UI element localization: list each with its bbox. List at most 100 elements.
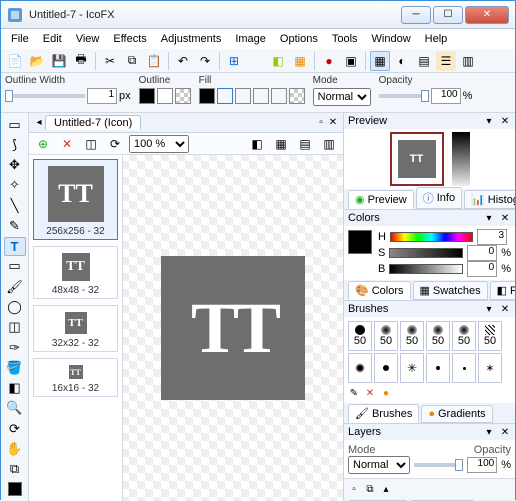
tab-float-icon[interactable]: ▫: [315, 117, 327, 129]
paste-button[interactable]: 📋: [144, 51, 164, 71]
tab-colors[interactable]: 🎨Colors: [348, 281, 411, 300]
menu-edit[interactable]: Edit: [37, 31, 68, 47]
fill-style-4[interactable]: [271, 88, 287, 104]
copy-button[interactable]: ⧉: [122, 51, 142, 71]
brush-preset[interactable]: 50: [400, 321, 424, 351]
tab-close-icon[interactable]: ✕: [327, 117, 339, 129]
brush-new-icon[interactable]: ●: [380, 387, 392, 399]
sat-slider[interactable]: [389, 248, 463, 258]
rotate-tool[interactable]: ⟳: [4, 419, 26, 438]
layer-opacity-value[interactable]: 100: [467, 457, 497, 473]
print-button[interactable]: 🖶: [71, 51, 91, 71]
brush-preset[interactable]: ∗: [478, 353, 502, 383]
fill-color[interactable]: [199, 88, 215, 104]
menu-image[interactable]: Image: [229, 31, 272, 47]
fill-tool[interactable]: 🪣: [4, 358, 26, 377]
lasso-tool[interactable]: ⟆: [4, 135, 26, 154]
gradient-tool[interactable]: ◧: [4, 378, 26, 397]
layer-dup-icon[interactable]: ⧉: [364, 483, 376, 495]
record-button[interactable]: ●: [319, 51, 339, 71]
layer-up-icon[interactable]: ▴: [380, 483, 392, 495]
bri-slider[interactable]: [389, 264, 463, 274]
brush-tool[interactable]: 🖌: [4, 277, 26, 296]
menu-file[interactable]: File: [5, 31, 35, 47]
brush-preset[interactable]: 50: [348, 321, 372, 351]
view-mode-1[interactable]: ◧: [247, 134, 267, 154]
brush-preset[interactable]: [348, 353, 372, 383]
panel-toggle-4[interactable]: ☰: [436, 51, 456, 71]
new-button[interactable]: 📄: [5, 51, 25, 71]
line-tool[interactable]: ╲: [4, 196, 26, 215]
minimize-button[interactable]: ─: [401, 6, 431, 24]
panel-toggle-3[interactable]: ▤: [414, 51, 434, 71]
ellipse-tool[interactable]: ◯: [4, 297, 26, 316]
colors-close-icon[interactable]: ✕: [499, 212, 511, 224]
zoom-select[interactable]: 100 %: [129, 135, 189, 153]
panel-toggle-1[interactable]: ▦: [370, 51, 390, 71]
view-mode-3[interactable]: ▤: [295, 134, 315, 154]
outline-width-value[interactable]: 1: [87, 88, 117, 104]
save-button[interactable]: 💾: [49, 51, 69, 71]
fill-style-1[interactable]: [217, 88, 233, 104]
view-mode-2[interactable]: ▦: [271, 134, 291, 154]
size-options-button[interactable]: ◫: [81, 134, 101, 154]
android-icon[interactable]: ◧: [268, 51, 288, 71]
pencil-tool[interactable]: ✎: [4, 216, 26, 235]
tab-brushes[interactable]: 🖌Brushes: [348, 404, 419, 423]
bri-value[interactable]: 0: [467, 261, 497, 277]
layers-close-icon[interactable]: ✕: [499, 426, 511, 438]
opacity-slider[interactable]: [379, 94, 429, 98]
move-tool[interactable]: ✥: [4, 156, 26, 175]
hue-value[interactable]: 3: [477, 229, 507, 245]
brush-delete-icon[interactable]: ✕: [364, 387, 376, 399]
apple-icon[interactable]: [246, 51, 266, 71]
size-item[interactable]: TT256x256 - 32: [33, 159, 118, 240]
refresh-button[interactable]: ⟳: [105, 134, 125, 154]
cut-button[interactable]: ✂: [100, 51, 120, 71]
zoom-tool[interactable]: 🔍: [4, 399, 26, 418]
menu-help[interactable]: Help: [419, 31, 454, 47]
tab-preview[interactable]: ◉Preview: [348, 190, 414, 209]
brush-preset[interactable]: [426, 353, 450, 383]
fill-transparent[interactable]: [289, 88, 305, 104]
tab-palette[interactable]: ◧Palette: [490, 281, 515, 300]
menu-window[interactable]: Window: [366, 31, 417, 47]
outline-color[interactable]: [139, 88, 155, 104]
sat-value[interactable]: 0: [467, 245, 497, 261]
tab-info[interactable]: ⓘInfo: [416, 187, 462, 209]
wand-tool[interactable]: ✧: [4, 176, 26, 195]
color-fg[interactable]: [4, 480, 26, 499]
open-button[interactable]: 📂: [27, 51, 47, 71]
layer-new-icon[interactable]: ▫: [348, 483, 360, 495]
menu-view[interactable]: View: [70, 31, 106, 47]
brush-preset[interactable]: 50: [374, 321, 398, 351]
remove-size-button[interactable]: ✕: [57, 134, 77, 154]
maximize-button[interactable]: ☐: [433, 6, 463, 24]
tab-gradients[interactable]: ●Gradients: [421, 405, 492, 423]
undo-button[interactable]: ↶: [173, 51, 193, 71]
windows-icon[interactable]: ⊞: [224, 51, 244, 71]
text-tool[interactable]: T: [4, 237, 26, 256]
rect-tool[interactable]: ▭: [4, 257, 26, 276]
preview-close-icon[interactable]: ✕: [499, 115, 511, 127]
redo-button[interactable]: ↷: [195, 51, 215, 71]
brush-edit-icon[interactable]: ✎: [348, 387, 360, 399]
layer-opacity-slider[interactable]: [414, 463, 463, 467]
brushes-menu-icon[interactable]: ▾: [483, 303, 495, 315]
panel-toggle-2[interactable]: ◐: [392, 51, 412, 71]
close-button[interactable]: ✕: [465, 6, 509, 24]
canvas-area[interactable]: TT: [123, 155, 343, 501]
fill-style-2[interactable]: [235, 88, 251, 104]
brushes-close-icon[interactable]: ✕: [499, 303, 511, 315]
eyedropper-tool[interactable]: ✑: [4, 338, 26, 357]
layer-mode-select[interactable]: Normal: [348, 456, 410, 474]
menu-options[interactable]: Options: [274, 31, 324, 47]
tab-histogram[interactable]: 📊Histogram: [464, 190, 515, 209]
image-icon[interactable]: ▦: [290, 51, 310, 71]
tab-swatches[interactable]: ▦Swatches: [413, 281, 488, 300]
outline-none[interactable]: [157, 88, 173, 104]
brush-preset[interactable]: [452, 353, 476, 383]
eraser-tool[interactable]: ◫: [4, 318, 26, 337]
document-tab[interactable]: Untitled-7 (Icon): [45, 115, 141, 130]
brush-preset[interactable]: [374, 353, 398, 383]
